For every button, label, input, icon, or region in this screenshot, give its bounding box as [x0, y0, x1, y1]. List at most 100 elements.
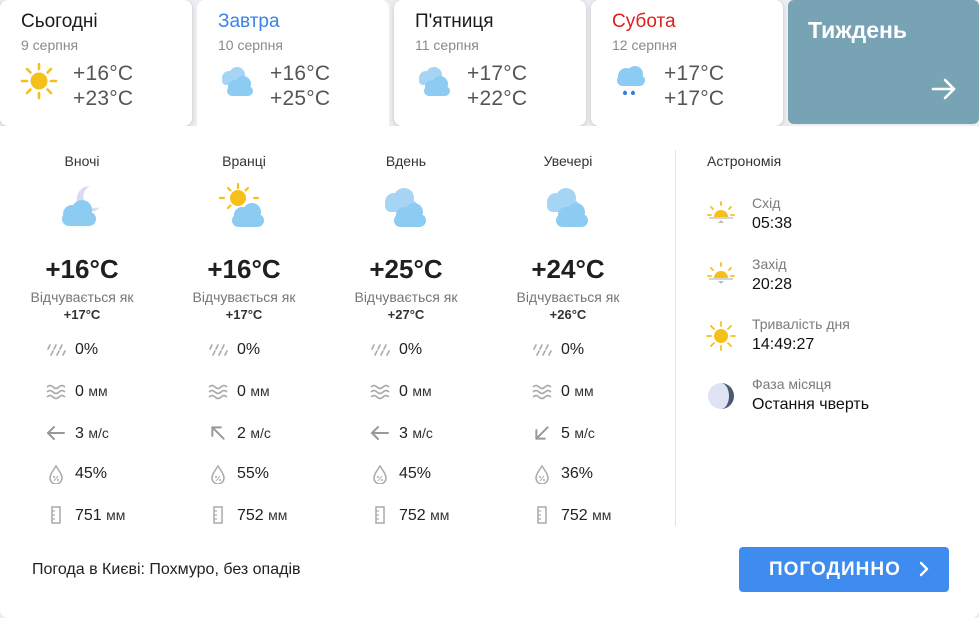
week-button[interactable]: Тиждень: [788, 0, 979, 124]
day-name: Субота: [612, 11, 676, 32]
pressure-row: 752 мм: [488, 504, 648, 526]
day-temps: +16°C +25°C: [270, 61, 330, 111]
precipitation-icon: [370, 384, 390, 400]
temp-min: +16°C: [73, 62, 134, 85]
humidity-row: 36%: [488, 463, 648, 485]
precipitation-value: 0 мм: [399, 383, 432, 400]
feels-like-label: Відчувається як: [354, 289, 458, 305]
precipitation-value: 0 мм: [237, 383, 270, 400]
cloud-icon: [419, 67, 450, 96]
feels-like-value: +26°C: [549, 307, 587, 322]
unit: м/с: [250, 425, 271, 441]
pressure-icon: [537, 506, 547, 524]
pressure-value: 752 мм: [237, 507, 288, 524]
unit: мм: [574, 383, 594, 399]
week-label: Тиждень: [808, 17, 908, 43]
wind-row: 3 м/с: [326, 422, 486, 444]
humidity-row: 45%: [2, 463, 162, 485]
wind-arrow-icon: [535, 426, 549, 440]
sun-icon: [706, 321, 736, 351]
pressure-icon: [213, 506, 223, 524]
precipitation-row: 0 мм: [326, 380, 486, 402]
cloud-rain-icon: [617, 66, 645, 95]
unit: мм: [268, 507, 288, 523]
humidity-value: 45%: [399, 465, 432, 482]
day-temps: +17°C +17°C: [664, 61, 724, 111]
day-date: 9 серпня: [21, 37, 79, 53]
precipitation-value: 0 мм: [75, 383, 108, 400]
day-tab-today[interactable]: Сьогодні 9 серпня +16°C +23°C: [0, 0, 192, 126]
arrow-right-icon: [931, 78, 956, 100]
precip-probability-row: 0%: [2, 339, 162, 361]
day-name: Завтра: [218, 11, 280, 32]
rain-icon: [47, 344, 66, 356]
humidity-icon: [373, 464, 387, 484]
humidity-row: 45%: [326, 463, 486, 485]
unit: м/с: [412, 425, 433, 441]
period-temp: +16°C: [45, 254, 119, 284]
precipitation-row: 0 мм: [2, 380, 162, 402]
day-name: П'ятниця: [415, 11, 494, 32]
rain-icon: [209, 344, 228, 356]
precip-probability-row: 0%: [164, 339, 324, 361]
humidity-icon: [49, 464, 63, 484]
sunset-icon: [707, 262, 735, 284]
day-date: 11 серпня: [415, 37, 479, 53]
moon-phase-value: Остання чверть: [752, 396, 870, 413]
sunset-label: Захід: [752, 256, 787, 272]
day-date: 12 серпня: [612, 37, 677, 53]
day-date: 10 серпня: [218, 37, 283, 53]
period-evening: Увечері +24°C Відчувається як +26°C: [488, 152, 648, 323]
precip-probability-value: 0%: [75, 341, 99, 358]
weather-summary: Погода в Києві: Похмуро, без опадів: [32, 561, 301, 578]
wind-value: 2 м/с: [237, 425, 271, 442]
day-tab-tomorrow[interactable]: Завтра 10 серпня +16°C +25°C: [197, 0, 389, 140]
wind-value: 5 м/с: [561, 425, 595, 442]
unit: м/с: [574, 425, 595, 441]
wind-arrow-icon: [47, 426, 65, 440]
sun-icon: [20, 62, 58, 100]
unit: мм: [430, 507, 450, 523]
day-temps: +17°C +22°C: [467, 61, 527, 111]
temp-min: +17°C: [664, 62, 725, 85]
day-length-label: Тривалість дня: [752, 316, 850, 332]
divider: [675, 150, 676, 526]
unit: мм: [412, 383, 432, 399]
period-title: Вдень: [385, 153, 427, 169]
wind-value: 3 м/с: [399, 425, 433, 442]
hourly-button[interactable]: ПОГОДИННО: [739, 547, 949, 592]
humidity-icon: [211, 464, 225, 484]
temp-max: +25°C: [270, 87, 331, 110]
period-night: Вночі +16°C Відчувається як +17°C: [2, 152, 162, 323]
cloud-icon: [222, 67, 253, 96]
precip-probability-value: 0%: [399, 341, 423, 358]
humidity-value: 36%: [561, 465, 594, 482]
precipitation-value: 0 мм: [561, 383, 594, 400]
feels-like-label: Відчувається як: [516, 289, 620, 305]
sunrise-label: Схід: [752, 195, 781, 211]
period-temp: +24°C: [531, 254, 605, 284]
cloud-icon: [385, 188, 426, 227]
pressure-icon: [375, 506, 385, 524]
humidity-icon: [535, 464, 549, 484]
cloud-sun-icon: [218, 182, 264, 227]
sunrise-value: 05:38: [752, 215, 793, 232]
pressure-value: 752 мм: [561, 507, 612, 524]
chevron-right-icon: [919, 561, 929, 577]
wind-row: 3 м/с: [2, 422, 162, 444]
wind-row: 5 м/с: [488, 422, 648, 444]
day-tab-saturday[interactable]: Субота 12 серпня +17°C +17°C: [591, 0, 783, 126]
humidity-value: 45%: [75, 465, 108, 482]
hourly-button-label: ПОГОДИННО: [769, 559, 901, 580]
temp-max: +23°C: [73, 87, 134, 110]
unit: мм: [88, 383, 108, 399]
period-title: Вранці: [222, 153, 266, 169]
wind-arrow-icon: [211, 426, 225, 440]
pressure-row: 751 мм: [2, 504, 162, 526]
temp-max: +17°C: [664, 87, 725, 110]
humidity-row: 55%: [164, 463, 324, 485]
precipitation-icon: [46, 384, 66, 400]
precip-probability-row: 0%: [488, 339, 648, 361]
feels-like-label: Відчувається як: [30, 289, 134, 305]
day-tab-friday[interactable]: П'ятниця 11 серпня +17°C +22°C: [394, 0, 586, 126]
